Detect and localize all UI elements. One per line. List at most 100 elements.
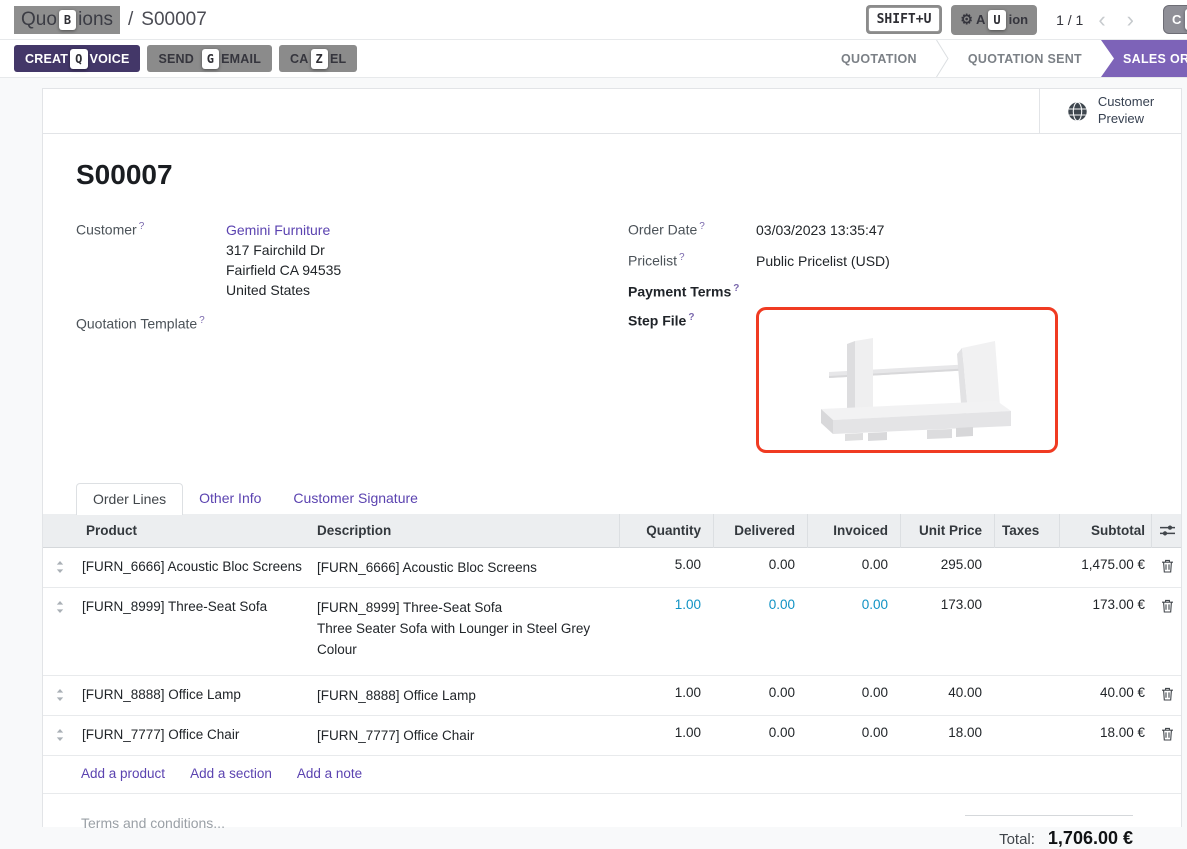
help-icon: ? [688, 312, 694, 323]
pricelist-label: Pricelist? [628, 251, 756, 271]
customer-preview-button[interactable]: Customer Preview [1039, 89, 1181, 133]
customer-address-line1: 317 Fairchild Dr [226, 242, 325, 258]
action-menu-button[interactable]: ⚙ A U ion [951, 5, 1037, 35]
add-a-product-link[interactable]: Add a product [81, 766, 165, 781]
order-date-value[interactable]: 03/03/2023 13:35:47 [756, 220, 884, 240]
optional-columns-button[interactable] [1151, 514, 1183, 548]
column-header-unit-price: Unit Price [900, 514, 994, 548]
breadcrumb-current: S00007 [141, 9, 207, 31]
cell-description[interactable]: [FURN_8888] Office Lamp [313, 685, 619, 706]
cell-invoiced[interactable]: 0.00 [807, 685, 900, 700]
cell-invoiced[interactable]: 0.00 [807, 725, 900, 740]
delete-row-button[interactable] [1151, 725, 1183, 741]
column-header-subtotal: Subtotal [1059, 514, 1151, 548]
cell-product[interactable]: [FURN_8999] Three-Seat Sofa [76, 597, 313, 617]
quotation-template-label: Quotation Template? [76, 314, 226, 332]
page-title: S00007 [76, 159, 1148, 191]
help-icon: ? [139, 221, 145, 232]
cancel-button[interactable]: CAZEL [279, 45, 357, 72]
breadcrumb-quotations-link[interactable]: QuoBions [14, 6, 120, 34]
column-header-quantity: Quantity [619, 514, 713, 548]
cell-delivered[interactable]: 0.00 [713, 725, 807, 740]
delete-row-button[interactable] [1151, 685, 1183, 701]
status-bar: QUOTATION QUOTATION SENT SALES ORDER [822, 40, 1187, 77]
send-email-button[interactable]: SEND GEMAIL [147, 45, 272, 72]
trash-icon [1161, 559, 1174, 573]
cell-quantity[interactable]: 1.00 [619, 685, 713, 700]
cell-delivered[interactable]: 0.00 [713, 597, 807, 612]
pager-previous-icon[interactable]: ‹ [1092, 9, 1111, 31]
step-file-label: Step File? [628, 311, 756, 453]
field-quotation-template: Quotation Template? [76, 314, 628, 332]
cell-invoiced[interactable]: 0.00 [807, 557, 900, 572]
kbd-hint-shift-u: SHIFT+U [868, 7, 941, 32]
tab-other-info[interactable]: Other Info [183, 483, 277, 514]
edge-truncated-button[interactable]: C [1163, 5, 1187, 34]
description-line1: [FURN_8999] Three-Seat Sofa [317, 600, 502, 615]
drag-handle-icon[interactable] [43, 597, 76, 614]
cell-description[interactable]: [FURN_6666] Acoustic Bloc Screens [313, 557, 619, 578]
step-file-image-field[interactable] [756, 307, 1058, 453]
action-label-post: ion [1009, 12, 1029, 27]
sheet-top-bar: Customer Preview [43, 89, 1181, 134]
customer-preview-label: Customer Preview [1098, 94, 1154, 128]
create-invoice-label-pre: CREAT [25, 52, 68, 66]
stage-separator-icon [936, 40, 949, 77]
customer-link[interactable]: Gemini Furniture [226, 222, 330, 238]
cell-product[interactable]: [FURN_7777] Office Chair [76, 725, 313, 745]
payment-terms-label: Payment Terms? [628, 282, 756, 300]
shortcut-button[interactable]: SHIFT+U [866, 5, 943, 34]
cell-subtotal: 1,475.00 € [1059, 557, 1151, 572]
top-navigation-bar: QuoBions / S00007 SHIFT+U ⚙ A U ion 1 / … [0, 0, 1187, 40]
help-icon: ? [679, 252, 685, 263]
cell-subtotal: 18.00 € [1059, 725, 1151, 740]
delete-row-button[interactable] [1151, 597, 1183, 613]
fields-column-left: Customer? Gemini Furniture 317 Fairchild… [76, 220, 628, 453]
cell-description[interactable]: [FURN_8999] Three-Seat Sofa Three Seater… [313, 597, 619, 660]
cell-description[interactable]: [FURN_7777] Office Chair [313, 725, 619, 746]
cell-quantity[interactable]: 5.00 [619, 557, 713, 572]
total-value: 1,706.00 € [1048, 828, 1133, 849]
cell-unit-price[interactable]: 295.00 [900, 557, 994, 572]
topbar-controls: SHIFT+U ⚙ A U ion 1 / 1 ‹ › C [866, 5, 1187, 35]
create-invoice-button[interactable]: CREATQVOICE [14, 45, 140, 72]
column-header-taxes: Taxes [994, 514, 1059, 548]
help-icon: ? [699, 221, 705, 232]
cell-product[interactable]: [FURN_6666] Acoustic Bloc Screens [76, 557, 313, 577]
edge-button-label: C [1172, 12, 1181, 27]
cell-quantity[interactable]: 1.00 [619, 725, 713, 740]
stage-quotation[interactable]: QUOTATION [822, 40, 936, 77]
cell-delivered[interactable]: 0.00 [713, 685, 807, 700]
add-a-note-link[interactable]: Add a note [297, 766, 362, 781]
cell-product[interactable]: [FURN_8888] Office Lamp [76, 685, 313, 705]
tab-order-lines[interactable]: Order Lines [76, 483, 183, 515]
terms-and-conditions-field[interactable]: Terms and conditions... [81, 815, 225, 831]
kbd-hint-u: U [988, 10, 1005, 30]
tab-customer-signature[interactable]: Customer Signature [277, 483, 434, 514]
drag-handle-icon[interactable] [43, 725, 76, 742]
sheet-body: S00007 Customer? Gemini Furniture 317 Fa… [43, 134, 1181, 849]
cell-unit-price[interactable]: 18.00 [900, 725, 994, 740]
create-invoice-label-post: VOICE [90, 52, 130, 66]
add-a-section-link[interactable]: Add a section [190, 766, 272, 781]
customer-preview-line1: Customer [1098, 94, 1154, 109]
stage-sales-order[interactable]: SALES ORDER [1101, 40, 1187, 77]
drag-handle-icon[interactable] [43, 685, 76, 702]
cell-invoiced[interactable]: 0.00 [807, 597, 900, 612]
delete-row-button[interactable] [1151, 557, 1183, 573]
cell-delivered[interactable]: 0.00 [713, 557, 807, 572]
send-email-label-pre: SEND [158, 52, 194, 66]
cell-unit-price[interactable]: 40.00 [900, 685, 994, 700]
trash-icon [1161, 727, 1174, 741]
pager-next-icon[interactable]: › [1121, 9, 1140, 31]
drag-handle-icon[interactable] [43, 557, 76, 574]
customer-preview-line2: Preview [1098, 111, 1144, 126]
stage-quotation-sent[interactable]: QUOTATION SENT [949, 40, 1101, 77]
column-header-invoiced: Invoiced [807, 514, 900, 548]
header-handle-spacer [43, 514, 76, 548]
help-icon: ? [199, 315, 205, 326]
payment-terms-label-text: Payment Terms [628, 284, 731, 300]
pricelist-value[interactable]: Public Pricelist (USD) [756, 251, 890, 271]
cell-quantity[interactable]: 1.00 [619, 597, 713, 612]
cell-unit-price[interactable]: 173.00 [900, 597, 994, 612]
